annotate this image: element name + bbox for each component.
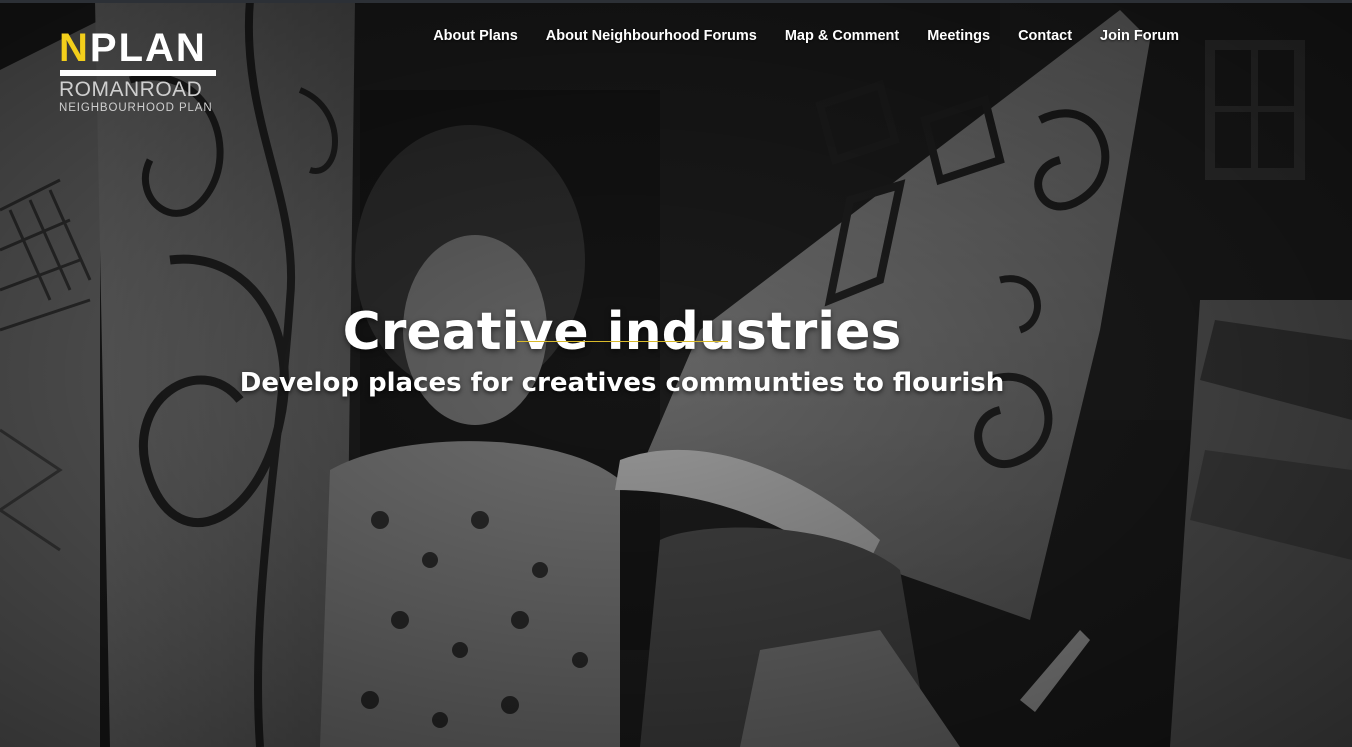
nav-meetings[interactable]: Meetings (913, 25, 1004, 47)
logo-wordmark: NPLAN (59, 28, 207, 68)
logo-letter-n: N (59, 26, 90, 70)
hero-section: NPLAN ROMANROAD NEIGHBOURHOOD PLAN About… (0, 0, 1352, 747)
logo-subtitle-romanroad: ROMANROAD (59, 78, 203, 101)
hero-subtitle: Develop places for creatives communties … (239, 368, 1005, 398)
nav-about-neighbourhood-forums[interactable]: About Neighbourhood Forums (532, 25, 771, 47)
top-border (0, 0, 1352, 3)
logo-word-rest: PLAN (89, 26, 207, 70)
logo-subtitle-neighbourhood-plan: NEIGHBOURHOOD PLAN (59, 102, 213, 114)
main-nav: About Plans About Neighbourhood Forums M… (419, 25, 1179, 47)
nav-map-comment[interactable]: Map & Comment (771, 25, 913, 47)
hero-divider (517, 341, 728, 342)
logo-underline (60, 70, 216, 76)
nav-contact[interactable]: Contact (1004, 25, 1086, 47)
nav-about-plans[interactable]: About Plans (419, 25, 532, 47)
nav-join-forum[interactable]: Join Forum (1086, 25, 1179, 47)
site-logo[interactable]: NPLAN ROMANROAD NEIGHBOURHOOD PLAN (59, 28, 219, 118)
hero-title: Creative industries (342, 301, 902, 362)
